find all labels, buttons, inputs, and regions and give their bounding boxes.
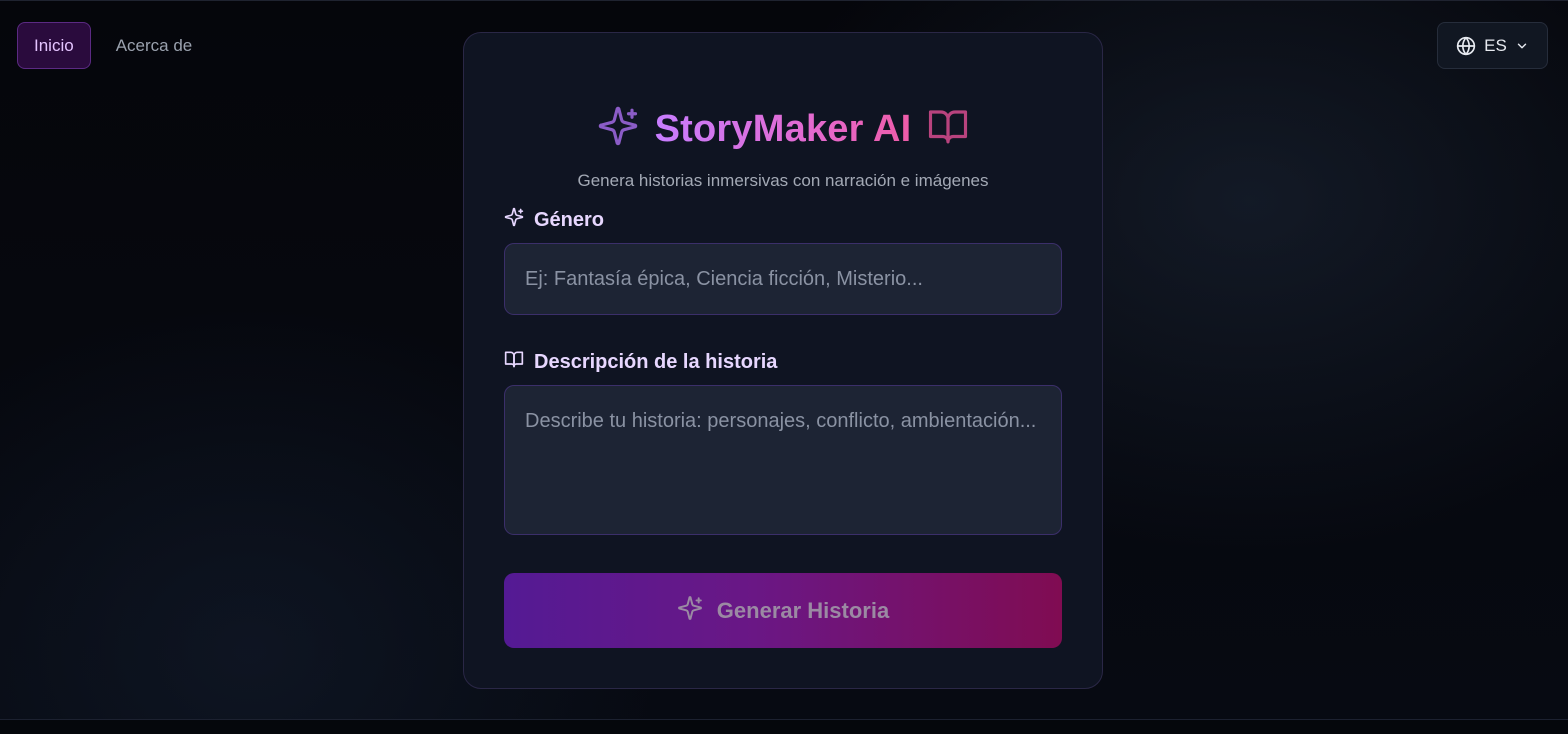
app-title: StoryMaker AI (654, 107, 912, 150)
title-row: StoryMaker AI (464, 105, 1102, 152)
story-form-card: StoryMaker AI Genera historias inmersiva… (463, 32, 1103, 689)
generate-story-button[interactable]: Generar Historia (504, 573, 1062, 648)
sparkles-icon (677, 595, 703, 627)
nav-item-inicio[interactable]: Inicio (17, 22, 91, 69)
language-selector[interactable]: ES (1437, 22, 1548, 69)
sparkles-icon (504, 207, 524, 233)
app-page: Inicio Acerca de ES StoryMaker AI Genera… (0, 0, 1568, 734)
generate-story-label: Generar Historia (716, 597, 890, 623)
genre-label: Género (504, 207, 604, 233)
top-nav: Inicio Acerca de (17, 22, 209, 69)
genre-input[interactable]: Ej: Fantasía épica, Ciencia ficción, Mis… (504, 243, 1062, 315)
footer-divider (0, 719, 1568, 734)
book-open-icon (927, 105, 969, 152)
genre-label-text: Género (534, 208, 605, 231)
description-label-text: Descripción de la historia (534, 350, 778, 373)
book-open-icon (504, 349, 524, 375)
app-subtitle: Genera historias inmersivas con narració… (577, 171, 989, 190)
nav-item-acerca-de[interactable]: Acerca de (99, 22, 210, 69)
description-label: Descripción de la historia (504, 349, 777, 375)
chevron-down-icon (1515, 39, 1529, 53)
sparkles-icon (597, 105, 639, 152)
language-code: ES (1484, 35, 1507, 55)
globe-icon (1456, 36, 1476, 56)
description-textarea[interactable]: Describe tu historia: personajes, confli… (504, 385, 1062, 535)
